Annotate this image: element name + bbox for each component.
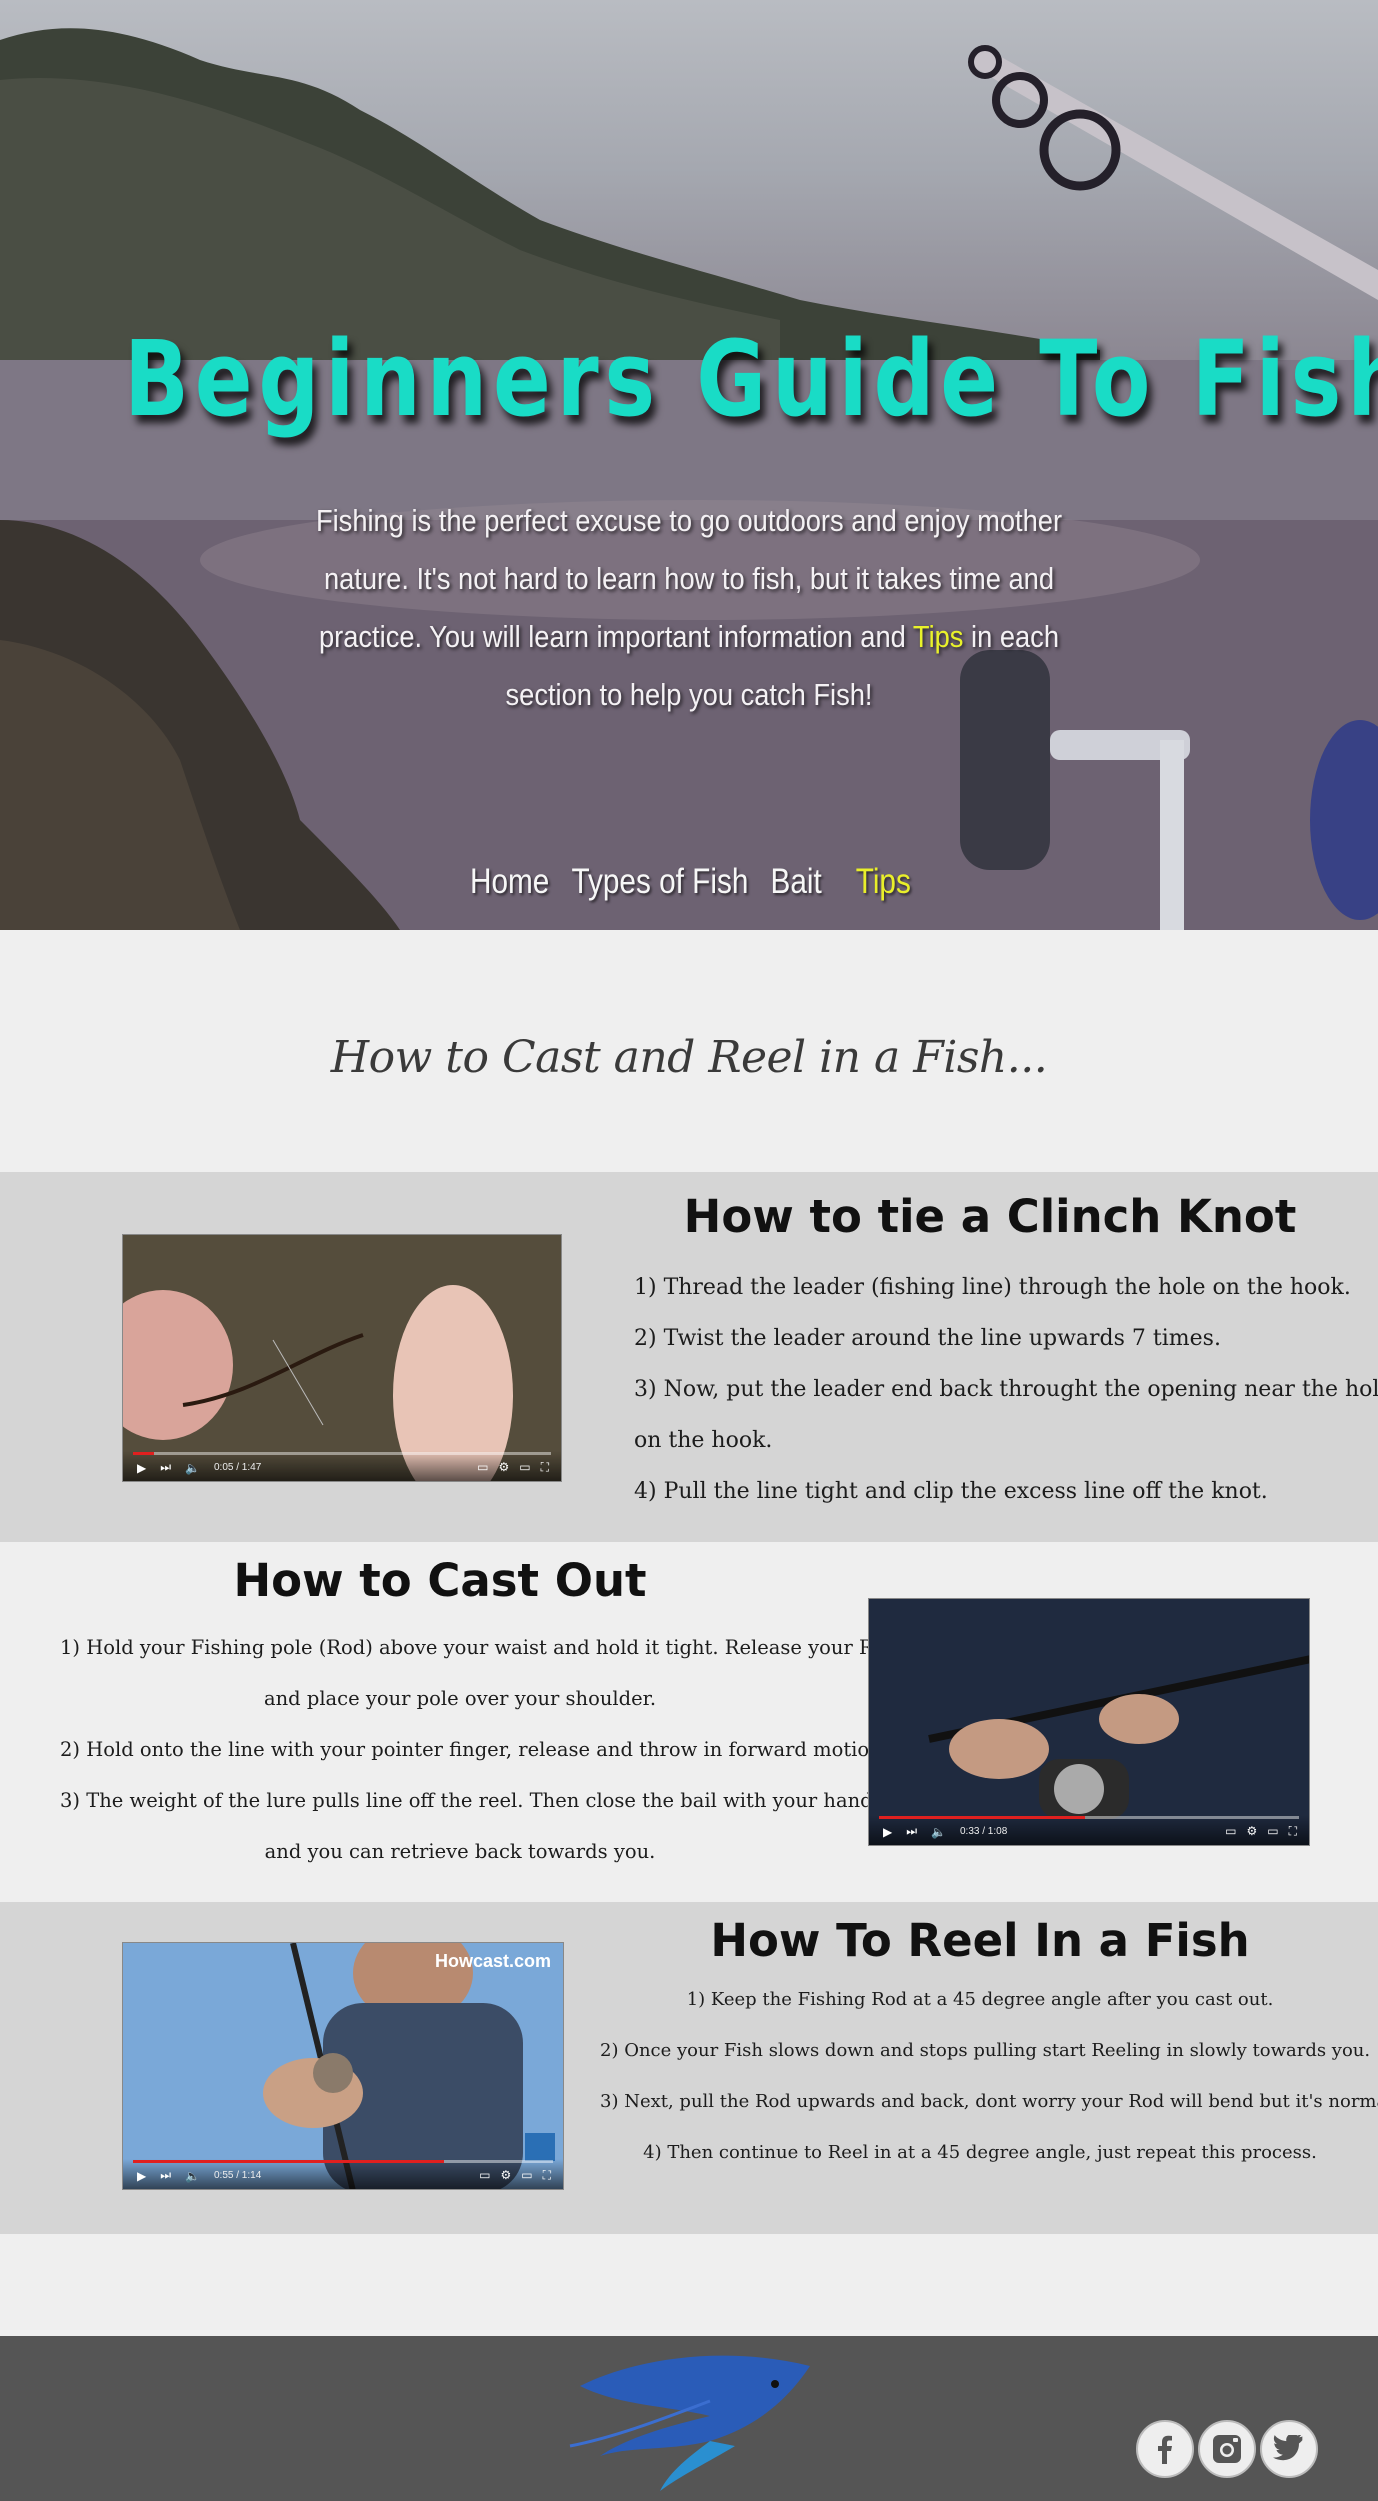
fullscreen-icon[interactable]: ⛶: [543, 2168, 551, 2183]
video-time: 0:55 / 1:14: [214, 2170, 262, 2181]
instagram-icon: [1213, 2435, 1241, 2463]
step-text: 1) Hold your Fishing pole (Rod) above yo…: [60, 1636, 903, 1659]
nav-home[interactable]: Home: [470, 862, 549, 912]
facebook-icon: [1158, 2435, 1172, 2464]
section-steps: 1) Thread the leader (fishing line) thro…: [634, 1262, 1378, 1517]
page-heading: How to Cast and Reel in a Fish...: [330, 1032, 1048, 1083]
video-progress[interactable]: [133, 2160, 444, 2163]
video-player-clinch-knot[interactable]: ▶ ⏭ 🔈 0:05 / 1:47 ▭ ⚙ ▭ ⛶: [122, 1234, 562, 1482]
step-text: and you can retrieve back towards you.: [264, 1840, 656, 1863]
video-player-reel-in[interactable]: Howcast.com ▶ ⏭ 🔈 0:55 / 1:14 ▭ ⚙ ▭ ⛶: [122, 1942, 564, 2190]
play-icon[interactable]: ▶: [137, 1461, 146, 1475]
volume-icon[interactable]: 🔈: [185, 1461, 200, 1475]
theater-icon[interactable]: ▭: [521, 2168, 532, 2183]
facebook-button[interactable]: [1136, 2420, 1194, 2478]
video-player-cast-out[interactable]: ▶ ⏭ 🔈 0:33 / 1:08 ▭ ⚙ ▭ ⛶: [868, 1598, 1310, 1846]
next-icon[interactable]: ⏭: [160, 1460, 171, 1475]
section-title: How To Reel In a Fish: [710, 1914, 1250, 1967]
next-icon[interactable]: ⏭: [906, 1824, 917, 1839]
step-text: on the hook.: [634, 1428, 773, 1453]
twitter-button[interactable]: [1260, 2420, 1318, 2478]
hero-intro: Fishing is the perfect excuse to go outd…: [285, 492, 1093, 724]
nav-types-of-fish[interactable]: Types of Fish: [571, 862, 748, 912]
captions-icon[interactable]: ▭: [1225, 1824, 1236, 1839]
hero-intro-highlight: Tips: [912, 619, 964, 654]
instagram-button[interactable]: [1198, 2420, 1256, 2478]
step-text: 2) Hold onto the line with your pointer …: [60, 1738, 888, 1761]
settings-icon[interactable]: ⚙: [500, 2168, 511, 2183]
nav-bait[interactable]: Bait: [770, 862, 821, 912]
hero-background-image: [0, 28, 1378, 930]
step-text: 1) Thread the leader (fishing line) thro…: [634, 1275, 1351, 1300]
video-time: 0:05 / 1:47: [214, 1462, 262, 1473]
step-text: 4) Then continue to Reel in at a 45 degr…: [643, 2142, 1317, 2163]
fish-logo-icon: [569, 2355, 810, 2491]
theater-icon[interactable]: ▭: [1267, 1824, 1278, 1839]
play-icon[interactable]: ▶: [137, 2169, 146, 2183]
section-clinch-knot: ▶ ⏭ 🔈 0:05 / 1:47 ▭ ⚙ ▭ ⛶ How to tie a Clinch …: [0, 1172, 1378, 1542]
section-steps: 1) Keep the Fishing Rod at a 45 degree a…: [600, 1974, 1378, 2178]
video-watermark: Howcast.com: [434, 1951, 551, 1971]
captions-icon[interactable]: ▭: [479, 2168, 490, 2183]
main-nav: Home Types of Fish Bait Tips: [470, 862, 911, 912]
step-text: and place your pole over your shoulder.: [263, 1687, 657, 1710]
fullscreen-icon[interactable]: ⛶: [541, 1460, 549, 1475]
video-thumbnail: [123, 1943, 563, 2189]
section-title: How to tie a Clinch Knot: [683, 1190, 1297, 1243]
next-icon[interactable]: ⏭: [160, 2168, 171, 2183]
step-text: 1) Keep the Fishing Rod at a 45 degree a…: [686, 1989, 1274, 2010]
hero-title: Beginners Guide To Fishing: [124, 318, 1378, 440]
video-progress[interactable]: [133, 1452, 154, 1455]
video-thumbnail: [869, 1599, 1309, 1845]
captions-icon[interactable]: ▭: [477, 1460, 488, 1475]
video-time: 0:33 / 1:08: [960, 1826, 1008, 1837]
hero-banner: Beginners Guide To Fishing Fishing is th…: [0, 0, 1378, 930]
video-thumbnail: [123, 1235, 561, 1481]
step-text: 3) The weight of the lure pulls line off…: [60, 1789, 873, 1812]
theater-icon[interactable]: ▭: [519, 1460, 530, 1475]
volume-icon[interactable]: 🔈: [931, 1825, 946, 1839]
settings-icon[interactable]: ⚙: [1246, 1824, 1257, 1839]
volume-icon[interactable]: 🔈: [185, 2169, 200, 2183]
video-progress[interactable]: [879, 1816, 1085, 1819]
play-icon[interactable]: ▶: [883, 1825, 892, 1839]
section-steps: 1) Hold your Fishing pole (Rod) above yo…: [60, 1622, 903, 1877]
nav-tips[interactable]: Tips: [856, 862, 911, 912]
section-reel-in: Howcast.com ▶ ⏭ 🔈 0:55 / 1:14 ▭ ⚙ ▭ ⛶ How To R…: [0, 1902, 1378, 2234]
section-title: How to Cast Out: [233, 1554, 647, 1607]
twitter-icon: [1273, 2435, 1303, 2461]
step-text: 3) Now, put the leader end back throught…: [634, 1377, 1378, 1402]
step-text: 4) Pull the line tight and clip the exce…: [634, 1479, 1268, 1504]
settings-icon[interactable]: ⚙: [498, 1460, 509, 1475]
step-text: 2) Once your Fish slows down and stops p…: [600, 2040, 1371, 2061]
step-text: 2) Twist the leader around the line upwa…: [634, 1326, 1221, 1351]
fullscreen-icon[interactable]: ⛶: [1289, 1824, 1297, 1839]
step-text: 3) Next, pull the Rod upwards and back, …: [600, 2091, 1378, 2112]
section-cast-out: How to Cast Out 1) Hold your Fishing pol…: [0, 1542, 1378, 1902]
